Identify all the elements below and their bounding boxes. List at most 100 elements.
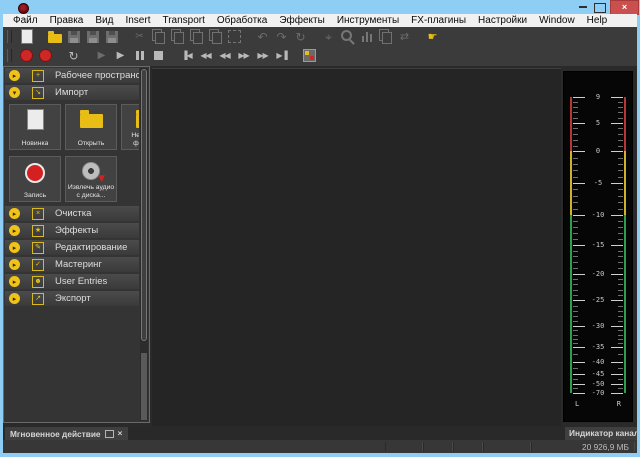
meter-tick	[573, 128, 578, 129]
meter-tick	[573, 251, 578, 252]
section-user-entries[interactable]: ▸ ☻ User Entries	[5, 274, 139, 289]
memory-value: 20 926,9 МБ	[582, 442, 629, 452]
redo-button[interactable]: ↷	[272, 28, 291, 45]
toolbar-grip[interactable]	[7, 30, 12, 43]
menu-item-help[interactable]: Help	[581, 15, 614, 26]
paste-new-button[interactable]	[206, 28, 225, 45]
menu-item-tools[interactable]: Инструменты	[331, 15, 405, 26]
new-file-button[interactable]	[17, 28, 36, 45]
focus-button[interactable]: ⌖	[319, 28, 338, 45]
meter-tick	[618, 233, 623, 234]
workspace-canvas[interactable]	[152, 68, 561, 426]
goto-end-button[interactable]: ▶▐	[272, 47, 291, 64]
meter-tick	[618, 306, 623, 307]
menu-item-window[interactable]: Window	[533, 15, 581, 26]
meter-tick	[573, 279, 578, 280]
meter-tick	[573, 239, 578, 240]
skip-back-button[interactable]: ◀◀	[196, 47, 215, 64]
import-tiles-row-1: Новинка Открыть Недавние файлы...	[5, 102, 139, 154]
tile-record[interactable]: Запись	[9, 156, 61, 202]
tab-channel-meter[interactable]: Индикатор каналов	[565, 427, 637, 440]
section-mastering[interactable]: ▸ ✓ Мастеринг	[5, 257, 139, 272]
pencil-icon: ✎	[32, 242, 44, 254]
meter-tick-label: -35	[570, 343, 626, 351]
section-workspace[interactable]: ▸ + Рабочее пространство	[5, 68, 139, 83]
record-settings-button[interactable]	[17, 47, 36, 64]
save-as-button[interactable]	[83, 28, 102, 45]
menu-item-fx-plugins[interactable]: FX-плагины	[405, 15, 472, 26]
open-button[interactable]	[45, 28, 64, 45]
context-help-button[interactable]: ☛	[423, 28, 442, 45]
menu-bar: Файл Правка Вид Insert Transport Обработ…	[3, 14, 637, 27]
app-icon	[18, 3, 29, 14]
menu-item-effects[interactable]: Эффекты	[273, 15, 330, 26]
tile-open[interactable]: Открыть	[65, 104, 117, 150]
chevron-right-icon: ▸	[9, 276, 20, 287]
meter-tick	[618, 290, 623, 291]
meter-tick	[573, 290, 578, 291]
menu-item-file[interactable]: Файл	[7, 15, 44, 26]
meter-tick	[618, 354, 623, 355]
recent-files-icon	[136, 114, 140, 128]
drop-marker-button[interactable]	[300, 47, 319, 64]
section-import[interactable]: ▾ ↘ Импорт	[5, 85, 139, 100]
play-from-cursor-button[interactable]: ▶	[92, 47, 111, 64]
minimize-button[interactable]	[577, 3, 589, 11]
float-window-icon[interactable]	[105, 430, 114, 438]
meter-tick	[573, 368, 578, 369]
tab-instant-action[interactable]: Мгновенное действие ×	[5, 427, 128, 440]
skip-forward-button[interactable]: ▶▶	[253, 47, 272, 64]
meter-tick-label: -10	[570, 211, 626, 219]
copy-button[interactable]	[149, 28, 168, 45]
scrollbar-thumb[interactable]	[141, 69, 147, 341]
close-button[interactable]: ×	[610, 0, 639, 15]
menu-item-process[interactable]: Обработка	[211, 15, 273, 26]
meter-tick-label: 0	[570, 147, 626, 155]
meter-tick-label: -40	[570, 358, 626, 366]
mixer-button[interactable]	[357, 28, 376, 45]
paste-special-button[interactable]	[187, 28, 206, 45]
trim-button[interactable]	[225, 28, 244, 45]
pause-button[interactable]	[130, 47, 149, 64]
save-button[interactable]	[64, 28, 83, 45]
toolbar-grip[interactable]	[7, 49, 12, 62]
section-effects[interactable]: ▸ ★ Эффекты	[5, 223, 139, 238]
chevron-down-icon: ▾	[9, 87, 20, 98]
menu-item-insert[interactable]: Insert	[119, 15, 156, 26]
loop-playback-button[interactable]: ↻	[64, 47, 83, 64]
sidebar-scrollbar[interactable]	[140, 68, 148, 421]
stop-button[interactable]	[149, 47, 168, 64]
down-arrow-icon: ▼	[98, 175, 105, 184]
section-label: Эффекты	[55, 225, 98, 236]
tile-rip-cd[interactable]: ▼ Извлечь аудио с диска...	[65, 156, 117, 202]
maximize-button[interactable]	[594, 3, 606, 13]
menu-item-options[interactable]: Настройки	[472, 15, 533, 26]
skip-forward-icon: ▶▶	[257, 52, 267, 60]
menu-item-edit[interactable]: Правка	[44, 15, 90, 26]
menu-item-transport[interactable]: Transport	[156, 15, 210, 26]
section-cleanup[interactable]: ▸ × Очистка	[5, 206, 139, 221]
tile-recent-files[interactable]: Недавние файлы...	[121, 104, 139, 150]
tile-new[interactable]: Новинка	[9, 104, 61, 150]
chevron-right-icon: ▸	[9, 208, 20, 219]
forward-button[interactable]: ▶▶	[234, 47, 253, 64]
standard-toolbar: ✂ ↶ ↷ ↻ ⌖ ⇄ ☛	[3, 27, 637, 46]
menu-item-view[interactable]: Вид	[89, 15, 119, 26]
cut-button[interactable]: ✂	[130, 28, 149, 45]
goto-start-button[interactable]: ▐◀	[177, 47, 196, 64]
paste-button[interactable]	[168, 28, 187, 45]
rewind-button[interactable]: ◀◀	[215, 47, 234, 64]
zoom-selection-button[interactable]	[338, 28, 357, 45]
repeat-button[interactable]: ↻	[291, 28, 310, 45]
section-editing[interactable]: ▸ ✎ Редактирование	[5, 240, 139, 255]
tab-label: Индикатор каналов	[569, 428, 637, 438]
properties-button[interactable]	[376, 28, 395, 45]
play-button[interactable]: ▶	[111, 47, 130, 64]
record-button[interactable]	[36, 47, 55, 64]
section-export[interactable]: ▸ ↗ Экспорт	[5, 291, 139, 306]
save-all-button[interactable]	[102, 28, 121, 45]
undo-button[interactable]: ↶	[253, 28, 272, 45]
meter-tick	[618, 107, 623, 108]
routing-button[interactable]: ⇄	[395, 28, 414, 45]
close-icon[interactable]: ×	[118, 429, 123, 438]
